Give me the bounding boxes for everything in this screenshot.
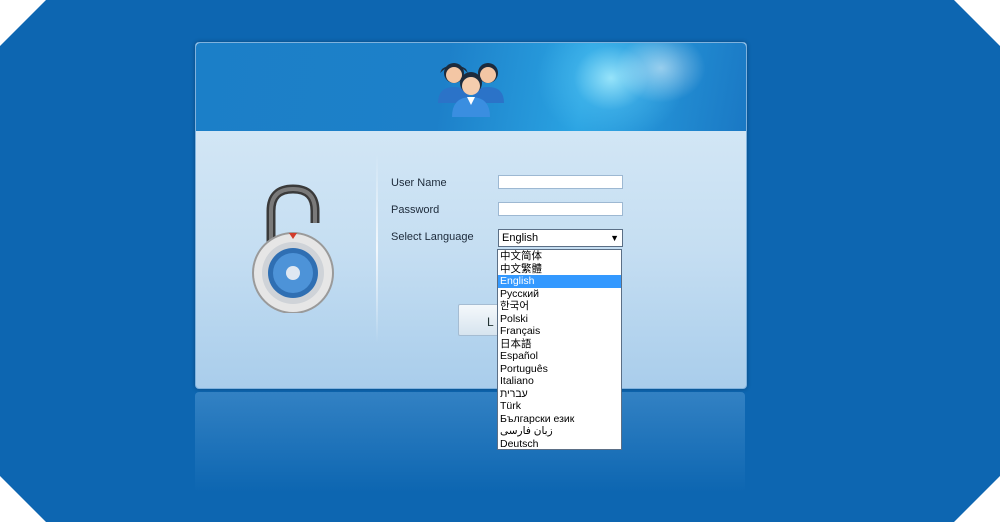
- login-panel: User Name Password Select Language Engli…: [195, 42, 747, 389]
- language-option[interactable]: Русский: [498, 288, 621, 301]
- password-label: Password: [391, 204, 440, 216]
- users-group-icon: [438, 63, 504, 117]
- login-button-label: L: [487, 315, 494, 329]
- panel-reflection: [195, 392, 745, 492]
- language-option[interactable]: 中文简体: [498, 250, 621, 263]
- language-label: Select Language: [391, 231, 474, 243]
- language-option[interactable]: Français: [498, 325, 621, 338]
- language-option[interactable]: Español: [498, 350, 621, 363]
- language-option[interactable]: Български език: [498, 413, 621, 426]
- language-option[interactable]: Deutsch: [498, 438, 621, 450]
- username-input[interactable]: [498, 175, 623, 189]
- language-option[interactable]: زبان فارسی: [498, 425, 621, 438]
- language-select[interactable]: English ▼: [498, 229, 623, 247]
- banner-glow-small: [616, 43, 706, 103]
- language-option[interactable]: Polski: [498, 313, 621, 326]
- language-option[interactable]: 中文繁體: [498, 263, 621, 276]
- padlock-icon: [252, 184, 334, 313]
- username-label: User Name: [391, 177, 447, 189]
- login-banner: [196, 43, 746, 131]
- panel-divider: [376, 153, 378, 343]
- password-input[interactable]: [498, 202, 623, 216]
- language-option[interactable]: 日本語: [498, 338, 621, 351]
- language-option[interactable]: Türk: [498, 400, 621, 413]
- caret-down-icon[interactable]: ▼: [610, 233, 619, 243]
- language-option[interactable]: 한국어: [498, 300, 621, 313]
- language-option[interactable]: Português: [498, 363, 621, 376]
- language-option-selected[interactable]: English: [498, 275, 621, 288]
- language-select-value: English: [502, 232, 539, 244]
- language-dropdown-list[interactable]: 中文简体 中文繁體 English Русский 한국어 Polski Fra…: [497, 249, 622, 450]
- language-option[interactable]: עברית: [498, 388, 621, 401]
- language-option[interactable]: Italiano: [498, 375, 621, 388]
